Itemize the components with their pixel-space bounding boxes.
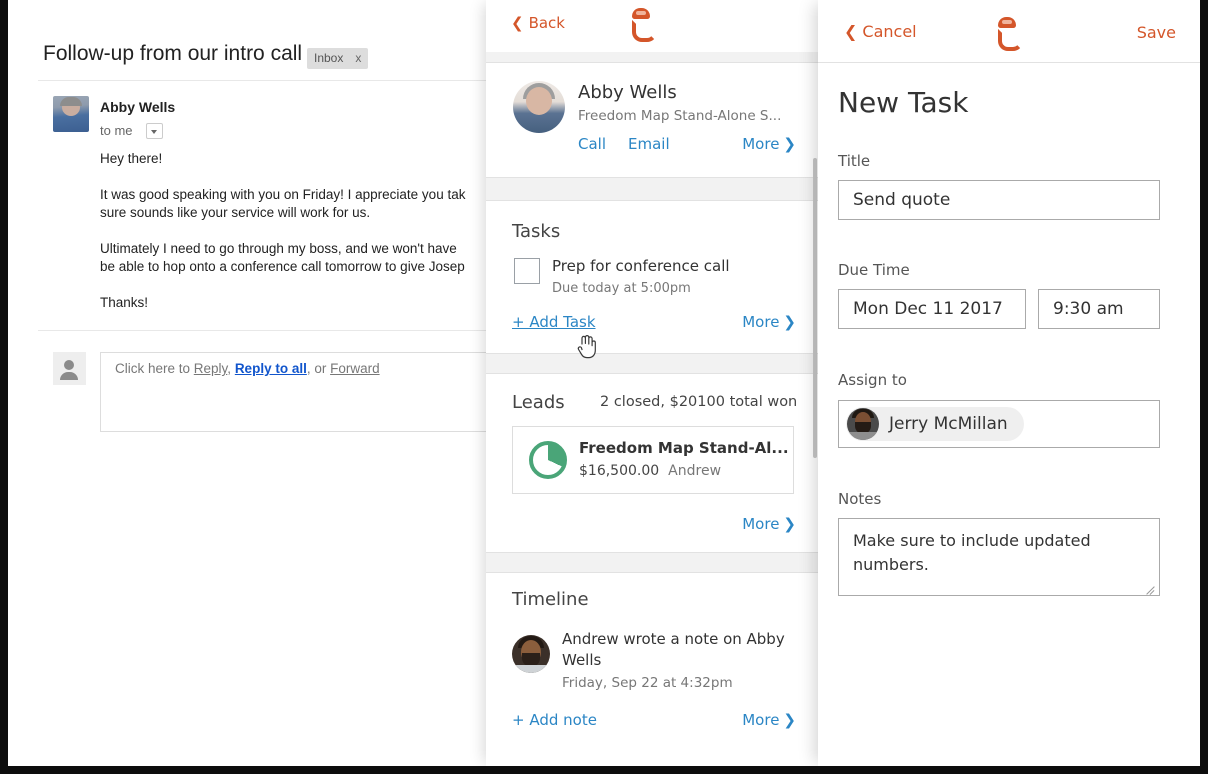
forward-link[interactable]: Forward (330, 361, 380, 376)
title-field-label: Title (838, 152, 871, 170)
title-input[interactable] (838, 180, 1160, 220)
page-title: New Task (838, 86, 969, 119)
tasks-more-link[interactable]: More ❯ (742, 313, 796, 331)
notes-field-label: Notes (838, 490, 882, 508)
due-date-input[interactable] (838, 289, 1026, 329)
divider (38, 80, 486, 81)
contact-avatar (513, 81, 565, 133)
reply-all-link[interactable]: Reply to all (235, 361, 307, 376)
new-task-panel: ❮Cancel Save New Task Title Due Time Ass… (818, 0, 1200, 766)
new-task-topbar: ❮ Cancel Save (818, 0, 1200, 63)
save-button[interactable]: Save (1137, 23, 1176, 42)
timeline-more-link[interactable]: More ❯ (742, 711, 796, 729)
reply-prompt: Click here to Reply, Reply to all, or Fo… (115, 361, 380, 376)
assignee-avatar (847, 408, 879, 440)
email-paragraph: Hey there! (100, 151, 163, 166)
lead-owner: Andrew (668, 463, 722, 479)
reply-sep: , or (306, 361, 331, 376)
crm-topbar: ❮ Back (486, 0, 818, 52)
lead-meta: $16,500.00 Andrew (579, 463, 721, 479)
task-due-date: Due today at 5:00pm (552, 281, 691, 296)
mouse-cursor-hand-icon (577, 335, 596, 359)
leads-section-title: Leads (512, 392, 565, 413)
lead-name: Freedom Map Stand-Al... (579, 439, 789, 457)
chevron-left-icon: ❮ (511, 14, 524, 32)
lead-item[interactable]: Freedom Map Stand-Al... $16,500.00 Andrew (512, 426, 794, 494)
timeline-item-text[interactable]: Andrew wrote a note on Abby Wells (562, 629, 787, 671)
call-button[interactable]: Call (578, 135, 606, 153)
due-time-input[interactable] (1038, 289, 1160, 329)
timeline-card: Timeline Andrew wrote a note on Abby Wel… (486, 572, 818, 766)
app-frame: Follow-up from our intro call Inbox x Abb… (8, 0, 1200, 766)
tasks-card: Tasks Prep for conference call Due today… (486, 200, 818, 354)
back-button[interactable]: ❮ Back (511, 14, 565, 32)
acorn-logo-icon (630, 8, 657, 42)
acorn-logo-icon (996, 17, 1023, 51)
remove-label-icon[interactable]: x (355, 51, 361, 65)
crm-scrollbar[interactable] (813, 158, 817, 458)
add-task-link[interactable]: + Add Task (512, 313, 596, 331)
chevron-left-icon: ❮ (844, 22, 858, 41)
user-avatar (53, 352, 86, 385)
email-subject: Follow-up from our intro call (43, 42, 303, 65)
add-note-link[interactable]: + Add note (512, 711, 597, 729)
assignee-chip[interactable]: Jerry McMillan (846, 407, 1024, 441)
email-button[interactable]: Email (628, 135, 670, 153)
contact-company: Freedom Map Stand-Alone S... (578, 108, 782, 124)
recipient-details-chevron-down-icon[interactable] (146, 123, 163, 139)
email-pane: Follow-up from our intro call Inbox x Abb… (8, 0, 522, 766)
contact-card: Abby Wells Freedom Map Stand-Alone S... … (486, 62, 818, 178)
assign-to-input[interactable]: Jerry McMillan (838, 400, 1160, 448)
cancel-label: Cancel (862, 22, 917, 41)
email-paragraph: It was good speaking with you on Friday!… (100, 187, 466, 220)
reply-link[interactable]: Reply (194, 361, 228, 376)
task-title[interactable]: Prep for conference call (552, 257, 730, 275)
email-paragraph: Thanks! (100, 295, 149, 310)
assignee-name: Jerry McMillan (889, 414, 1008, 434)
cancel-button[interactable]: ❮ Cancel (844, 22, 917, 41)
chevron-right-icon: ❯ (783, 135, 796, 153)
leads-more-link[interactable]: More ❯ (742, 515, 796, 533)
contact-more-label: More (742, 135, 780, 153)
reply-prompt-prefix: Click here to (115, 361, 194, 376)
task-checkbox[interactable] (514, 258, 540, 284)
email-recipient: to me (100, 123, 133, 138)
contact-name: Abby Wells (578, 82, 677, 103)
chevron-right-icon: ❯ (783, 515, 796, 533)
contact-more-link[interactable]: More ❯ (742, 135, 796, 153)
tasks-section-title: Tasks (512, 221, 561, 242)
email-body: Hey there! It was good speaking with you… (100, 150, 500, 330)
timeline-item-avatar (512, 635, 550, 673)
timeline-more-label: More (742, 711, 780, 729)
contact-actions: Call Email (578, 135, 692, 153)
reply-sep: , (227, 361, 235, 376)
chevron-right-icon: ❯ (783, 711, 796, 729)
chevron-right-icon: ❯ (783, 313, 796, 331)
back-label: Back (528, 14, 565, 32)
timeline-item-date: Friday, Sep 22 at 4:32pm (562, 675, 733, 691)
lead-progress-pie-icon (529, 441, 567, 479)
inbox-label-badge[interactable]: Inbox x (307, 48, 369, 69)
leads-more-label: More (742, 515, 780, 533)
timeline-section-title: Timeline (512, 589, 589, 610)
sender-avatar (53, 96, 89, 132)
notes-textarea[interactable]: Make sure to include updated numbers. (838, 518, 1160, 596)
tasks-more-label: More (742, 313, 780, 331)
email-paragraph: Ultimately I need to go through my boss,… (100, 241, 465, 274)
crm-pane: ❮ Back Abby Wells Freedom Map Stand-Alone… (486, 0, 818, 766)
sender-name: Abby Wells (100, 99, 176, 115)
inbox-label-text: Inbox (314, 51, 344, 65)
leads-summary: 2 closed, $20100 total won (600, 394, 798, 410)
due-time-field-label: Due Time (838, 261, 910, 279)
lead-amount: $16,500.00 (579, 463, 660, 479)
divider (38, 330, 486, 331)
assign-to-field-label: Assign to (838, 371, 907, 389)
leads-card: Leads 2 closed, $20100 total won Freedom… (486, 373, 818, 553)
